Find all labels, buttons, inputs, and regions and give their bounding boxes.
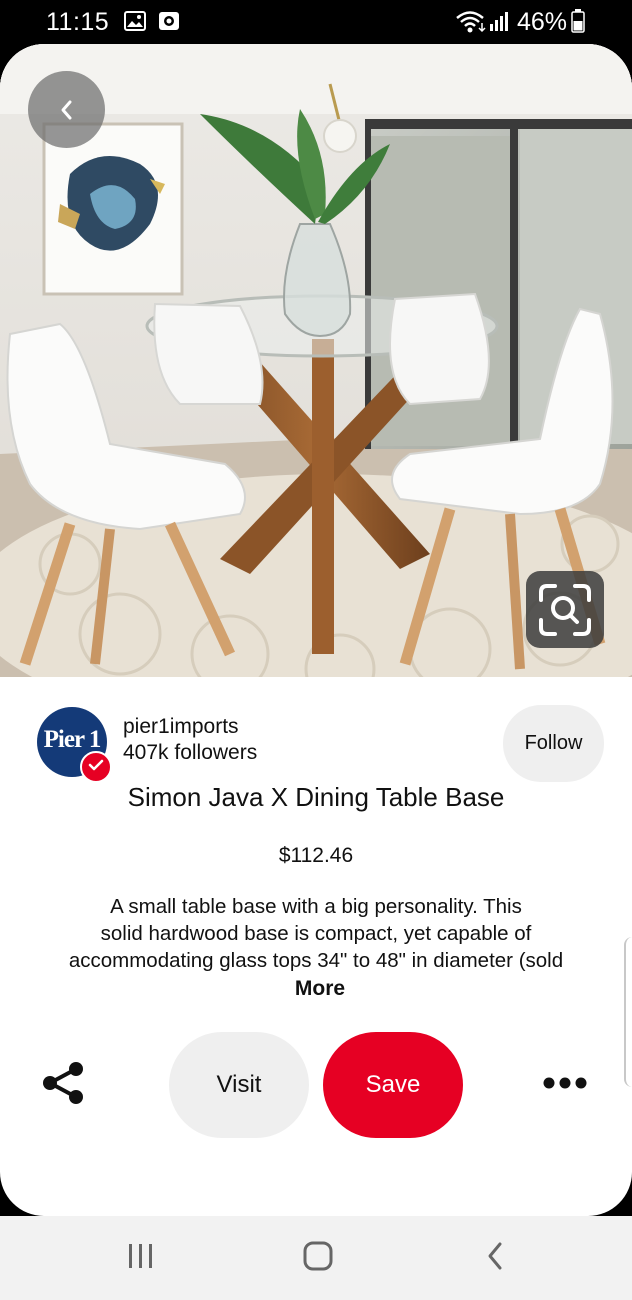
image-icon xyxy=(124,11,146,36)
back-button[interactable] xyxy=(28,71,105,148)
status-bar: 11:15 46% xyxy=(0,0,632,44)
avatar[interactable]: Pier 1 xyxy=(37,707,112,783)
more-link[interactable]: More xyxy=(0,977,632,1001)
visual-search-icon xyxy=(537,582,593,638)
signal-icon xyxy=(489,10,511,37)
action-bar: Visit Save xyxy=(0,1032,632,1138)
status-time: 11:15 xyxy=(46,8,110,36)
description-line: A small table base with a big personalit… xyxy=(110,895,522,918)
creator-followers: 407k followers xyxy=(123,741,258,764)
battery-icon xyxy=(571,9,585,38)
battery-percent: 46% xyxy=(517,8,568,36)
pin-card: Pier 1 pier1imports 407k followers Follo… xyxy=(0,44,632,1216)
recent-apps-button[interactable] xyxy=(86,1216,196,1300)
home-icon xyxy=(302,1240,334,1277)
follow-button[interactable]: Follow xyxy=(503,705,604,782)
checkmark-icon xyxy=(88,758,104,777)
description-line: accommodating glass tops 34" to 48" in d… xyxy=(68,949,564,972)
description-line: solid hardwood base is compact, yet capa… xyxy=(100,922,532,945)
pin-price: $112.46 xyxy=(278,844,354,867)
back-nav-button[interactable] xyxy=(440,1216,550,1300)
scroll-indicator xyxy=(624,937,632,1087)
save-button[interactable]: Save xyxy=(323,1032,463,1138)
recent-apps-icon xyxy=(126,1242,156,1275)
creator-row: Pier 1 pier1imports 407k followers Follo… xyxy=(0,677,632,797)
share-icon xyxy=(42,1061,84,1110)
screen-record-icon xyxy=(158,11,180,36)
more-options-button[interactable] xyxy=(540,1070,590,1100)
pin-description: A small table base with a big personalit… xyxy=(42,893,590,974)
home-button[interactable] xyxy=(263,1216,373,1300)
share-button[interactable] xyxy=(40,1061,86,1110)
system-nav-bar xyxy=(0,1216,632,1300)
pin-title: Simon Java X Dining Table Base xyxy=(127,782,505,812)
visual-search-button[interactable] xyxy=(526,571,604,648)
pin-image[interactable] xyxy=(0,44,632,677)
ellipsis-icon xyxy=(543,1076,587,1094)
avatar-logo-text: Pier 1 xyxy=(43,726,102,753)
wifi-icon xyxy=(455,9,487,38)
back-nav-icon xyxy=(485,1241,505,1276)
visit-button[interactable]: Visit xyxy=(169,1032,309,1138)
chevron-left-icon xyxy=(57,98,77,122)
creator-name[interactable]: pier1imports xyxy=(123,715,239,739)
verified-badge xyxy=(80,751,112,783)
